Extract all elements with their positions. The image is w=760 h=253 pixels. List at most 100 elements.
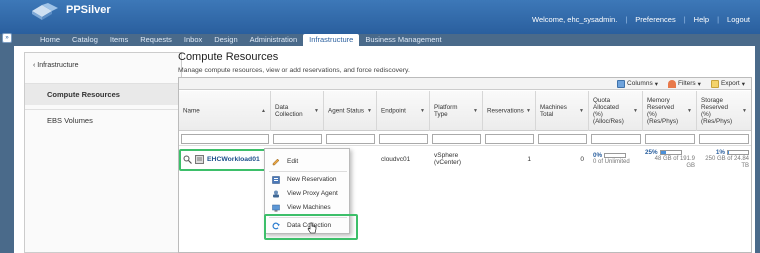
filter-endpoint-input[interactable] (379, 134, 428, 144)
app-title: PPSilver (66, 4, 111, 16)
chevron-down-icon: ▼ (633, 108, 638, 114)
tab-inbox[interactable]: Inbox (178, 34, 208, 46)
tab-design[interactable]: Design (208, 34, 243, 46)
chevron-down-icon: ▼ (473, 108, 478, 114)
storage-progress-bar (727, 149, 749, 155)
storage-detail: 250 GB of 24.84 TB (705, 155, 749, 169)
cell-endpoint: cloudvc01 (381, 155, 411, 163)
column-agent-status[interactable]: Agent Status ▼ (324, 91, 377, 131)
platform-type-line: vSphere (434, 152, 459, 159)
top-header: PPSilver Welcome, ehc_sysadmin. | Prefer… (0, 0, 760, 34)
cell-quota: 0% 0 of Unlimited (593, 146, 641, 172)
columns-icon (617, 79, 626, 88)
separator: | (683, 15, 686, 24)
machines-icon (272, 204, 280, 212)
tab-items[interactable]: Items (104, 34, 134, 46)
column-name[interactable]: Name ▲ (179, 91, 271, 131)
page-subtitle: Manage compute resources, view or add re… (178, 67, 410, 74)
column-quota-allocated[interactable]: Quota Allocated (%) (Alloc/Res) ▼ (589, 91, 643, 131)
quota-progress-bar (604, 153, 627, 158)
memory-percent: 25% (645, 148, 658, 156)
sort-asc-icon: ▲ (261, 108, 266, 114)
chevron-down-icon: ▼ (314, 108, 319, 114)
preferences-link[interactable]: Preferences (635, 15, 675, 24)
menu-item-new-reservation[interactable]: New Reservation (265, 173, 351, 187)
sidebar-item-ebs-volumes[interactable]: EBS Volumes (25, 109, 181, 131)
column-platform-type[interactable]: Platform Type ▼ (430, 91, 483, 131)
sidebar-item-compute-resources[interactable]: Compute Resources (25, 83, 181, 105)
hand-cursor-icon (307, 222, 317, 234)
tab-infrastructure[interactable]: Infrastructure (303, 34, 360, 46)
cell-memory: 25% 48 GB of 191.9 GB (645, 146, 695, 172)
tab-administration[interactable]: Administration (244, 34, 304, 46)
export-label: Export (720, 80, 740, 87)
agent-icon (273, 190, 279, 198)
export-button[interactable]: Export ▾ (710, 79, 745, 88)
cell-reservations: 1 (527, 155, 531, 163)
reservation-icon (272, 176, 280, 184)
filter-data-collection-input[interactable] (273, 134, 322, 144)
filter-platform-type-input[interactable] (432, 134, 481, 144)
separator: | (625, 15, 628, 24)
pencil-icon (272, 158, 280, 166)
filters-button[interactable]: Filters ▾ (667, 79, 701, 88)
chevron-down-icon: ▼ (742, 108, 747, 114)
menu-item-label: Edit (287, 158, 299, 165)
menu-item-label: View Proxy Agent (287, 190, 338, 197)
chevron-down-icon: ▾ (697, 80, 701, 88)
export-icon (710, 79, 719, 88)
menu-item-label: View Machines (287, 204, 331, 211)
logout-link[interactable]: Logout (727, 15, 750, 24)
columns-label: Columns (627, 80, 653, 87)
tab-catalog[interactable]: Catalog (66, 34, 104, 46)
separator: | (717, 15, 720, 24)
user-links: Welcome, ehc_sysadmin. | Preferences | H… (532, 15, 750, 24)
filter-reservations-input[interactable] (485, 134, 534, 144)
sidebar: ‹ Infrastructure Compute Resources EBS V… (24, 52, 182, 253)
tab-business-management[interactable]: Business Management (359, 34, 447, 46)
column-data-collection[interactable]: Data Collection ▼ (271, 91, 324, 131)
main-area: ‹ Infrastructure Compute Resources EBS V… (14, 46, 755, 253)
column-machines-total[interactable]: Machines Total ▼ (536, 91, 589, 131)
sidebar-breadcrumb[interactable]: ‹ Infrastructure (33, 62, 79, 69)
logo-icon (32, 3, 58, 20)
menu-item-view-machines[interactable]: View Machines (265, 201, 351, 215)
tab-home[interactable]: Home (34, 34, 66, 46)
quota-detail: 0 of Unlimited (593, 159, 630, 165)
filters-label: Filters (677, 80, 696, 87)
column-storage-reserved[interactable]: Storage Reserved (%) (Res/Phys) ▼ (697, 91, 751, 131)
filter-quota-input[interactable] (591, 134, 641, 144)
filter-row (179, 132, 751, 146)
filter-name-input[interactable] (181, 134, 269, 144)
column-endpoint[interactable]: Endpoint ▼ (377, 91, 430, 131)
columns-button[interactable]: Columns ▾ (617, 79, 658, 88)
help-link[interactable]: Help (694, 15, 709, 24)
tab-requests[interactable]: Requests (134, 34, 178, 46)
cell-storage: 1% 250 GB of 24.84 TB (698, 146, 749, 172)
menu-item-view-proxy-agent[interactable]: View Proxy Agent (265, 187, 351, 201)
grid-toolbar: Columns ▾ Filters ▾ Export ▾ (179, 78, 751, 90)
cell-platform-type: vSphere (vCenter) (434, 146, 484, 172)
menu-separator (269, 171, 347, 172)
storage-percent: 1% (715, 148, 725, 156)
table-header: Name ▲ Data Collection ▼ Agent Status ▼ End… (179, 91, 751, 131)
cell-machines-total: 0 (580, 155, 584, 163)
menu-item-edit[interactable]: Edit (265, 155, 351, 169)
filter-memory-input[interactable] (645, 134, 695, 144)
column-memory-reserved[interactable]: Memory Reserved (%) (Res/Phys) ▼ (643, 91, 697, 131)
filter-agent-status-input[interactable] (326, 134, 375, 144)
chevron-down-icon: ▾ (654, 80, 658, 88)
chevron-down-icon: ▼ (367, 108, 372, 114)
page-title: Compute Resources (178, 51, 279, 63)
filter-icon (667, 79, 676, 88)
chevron-down-icon: ▾ (741, 80, 745, 88)
chevron-down-icon: ▼ (687, 108, 692, 114)
quota-percent: 0% (593, 152, 603, 159)
memory-progress-fill (660, 150, 666, 154)
filter-machines-total-input[interactable] (538, 134, 587, 144)
column-reservations[interactable]: Reservations ▼ (483, 91, 536, 131)
welcome-text: Welcome, ehc_sysadmin. (532, 15, 618, 24)
filter-storage-input[interactable] (699, 134, 749, 144)
chevron-down-icon: ▼ (579, 108, 584, 114)
memory-detail: 48 GB of 191.9 GB (654, 155, 695, 169)
